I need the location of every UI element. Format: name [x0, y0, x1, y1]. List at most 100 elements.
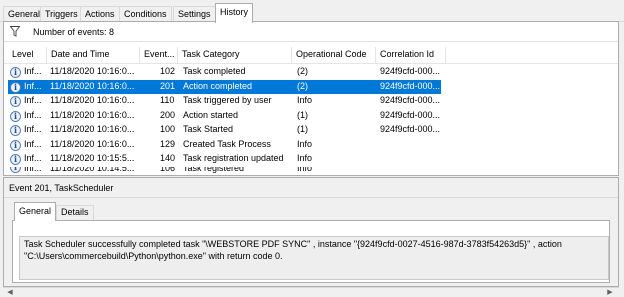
cell-date-time: 11/18/2020 10:16:0... — [50, 95, 135, 105]
table-row[interactable]: Inf... 11/18/2020 10:16:0... 100 Task St… — [4, 123, 618, 138]
tab-history[interactable]: History — [215, 3, 254, 23]
cell-operational-code: Info — [297, 166, 313, 173]
cell-date-time: 11/18/2020 10:16:0... — [50, 109, 135, 120]
table-row[interactable]: Inf... 11/18/2020 10:16:0... 102 Task co… — [4, 65, 618, 80]
table-row[interactable]: Inf... 11/18/2020 10:16:0... 129 Created… — [4, 138, 618, 153]
cell-level: Inf... — [24, 153, 42, 163]
table-row[interactable]: Inf... 11/18/2020 10:16:0... 110 Task tr… — [4, 94, 618, 109]
tab-actions[interactable]: Actions — [80, 6, 120, 22]
event-count-label: Number of events: 8 — [33, 27, 115, 37]
cell-level: Inf... — [24, 124, 42, 134]
event-message-text[interactable]: Task Scheduler successfully completed ta… — [19, 236, 609, 280]
cell-date-time: 11/18/2020 10:16:0... — [50, 138, 135, 149]
cell-event-id: 106 — [160, 166, 176, 173]
info-icon — [10, 96, 21, 107]
cell-event-id: 200 — [160, 109, 176, 120]
cell-task-category: Action completed — [183, 80, 253, 91]
tab-detail-general[interactable]: General — [14, 202, 57, 221]
cell-correlation-id — [380, 152, 440, 167]
cell-date-time: 11/18/2020 10:16:0... — [50, 80, 135, 91]
event-detail-body: Task Scheduler successfully completed ta… — [12, 220, 610, 283]
table-row-selected[interactable]: Inf... 11/18/2020 10:16:0... 201 Action … — [4, 79, 618, 94]
horizontal-scrollbar[interactable]: ◀ ▶ — [3, 287, 619, 297]
column-header-operational-code[interactable]: Operational Code — [292, 47, 376, 64]
tab-label: Actions — [85, 9, 115, 19]
tab-label: General — [19, 206, 52, 216]
tab-label: Settings — [178, 9, 211, 19]
cell-task-category: Task registered — [183, 166, 245, 173]
cell-level: Inf... — [24, 95, 42, 105]
cell-event-id: 140 — [160, 153, 176, 163]
scroll-right-icon[interactable]: ▶ — [605, 288, 615, 297]
column-header-row: Level Date and Time Event... Task Catego… — [4, 47, 618, 64]
cell-operational-code: (2) — [297, 66, 308, 76]
table-row[interactable]: Inf... 11/18/2020 10:14:5... 106 Task re… — [4, 166, 618, 175]
cell-event-id: 100 — [160, 124, 176, 134]
cell-operational-code: Info — [297, 138, 313, 149]
history-panel: Number of events: 8 Level Date and Time … — [3, 21, 619, 176]
scroll-left-icon[interactable]: ◀ — [5, 288, 15, 297]
table-row[interactable]: Inf... 11/18/2020 10:15:5... 140 Task re… — [4, 152, 618, 167]
cell-level: Inf... — [24, 80, 42, 91]
table-row[interactable]: Inf... 11/18/2020 10:16:0... 200 Action … — [4, 109, 618, 124]
cell-correlation-id: 924f9cfd-000... — [380, 80, 440, 91]
info-icon — [10, 154, 21, 165]
cell-event-id: 129 — [160, 138, 176, 149]
cell-level: Inf... — [24, 138, 42, 149]
tab-label: History — [220, 7, 249, 17]
filter-bar: Number of events: 8 — [4, 22, 618, 42]
cell-task-category: Created Task Process — [183, 138, 271, 149]
cell-correlation-id: 924f9cfd-000... — [380, 109, 440, 120]
cell-date-time: 11/18/2020 10:14:5... — [50, 166, 135, 173]
info-icon — [10, 166, 21, 173]
cell-task-category: Action started — [183, 109, 239, 120]
column-header-date-time[interactable]: Date and Time — [47, 47, 140, 64]
cell-event-id: 201 — [160, 80, 176, 91]
cell-level: Inf... — [24, 166, 42, 173]
info-icon — [10, 125, 21, 136]
event-detail-title: Event 201, TaskScheduler — [9, 183, 114, 193]
tab-settings[interactable]: Settings — [173, 6, 216, 22]
events-list: Inf... 11/18/2020 10:16:0... 102 Task co… — [4, 65, 618, 175]
cell-task-category: Task completed — [183, 66, 246, 76]
info-icon — [10, 139, 21, 151]
filter-icon[interactable] — [10, 26, 20, 37]
column-header-event-id[interactable]: Event... — [140, 47, 178, 64]
cell-level: Inf... — [24, 66, 42, 76]
info-icon — [10, 81, 21, 93]
tab-detail-details[interactable]: Details — [56, 205, 94, 220]
cell-date-time: 11/18/2020 10:16:0... — [50, 124, 135, 134]
cell-operational-code: (2) — [297, 80, 308, 91]
column-header-task-category[interactable]: Task Category — [178, 47, 292, 64]
column-header-correlation-id[interactable]: Correlation Id — [376, 47, 446, 64]
cell-operational-code: Info — [297, 153, 313, 163]
column-header-level[interactable]: Level — [8, 47, 47, 64]
tab-label: Triggers — [45, 9, 78, 19]
cell-level: Inf... — [24, 109, 42, 120]
cell-event-id: 102 — [160, 66, 176, 76]
properties-tabstrip: General Triggers Actions Conditions Sett… — [0, 0, 624, 23]
cell-date-time: 11/18/2020 10:15:5... — [50, 153, 135, 163]
divider — [4, 197, 618, 198]
cell-operational-code: (1) — [297, 124, 308, 134]
cell-correlation-id: 924f9cfd-000... — [380, 95, 440, 105]
tab-triggers[interactable]: Triggers — [40, 6, 83, 22]
tab-conditions[interactable]: Conditions — [119, 6, 172, 22]
cell-correlation-id — [380, 167, 440, 175]
cell-correlation-id: 924f9cfd-000... — [380, 66, 440, 76]
tab-general[interactable]: General — [3, 6, 46, 22]
cell-task-category: Task Started — [183, 124, 234, 134]
tab-label: General — [8, 9, 41, 19]
info-icon — [10, 67, 21, 78]
cell-date-time: 11/18/2020 10:16:0... — [50, 66, 135, 76]
cell-correlation-id — [380, 138, 440, 153]
cell-operational-code: Info — [297, 95, 313, 105]
cell-event-id: 110 — [160, 95, 175, 105]
cell-task-category: Task registration updated — [183, 153, 284, 163]
tab-label: Conditions — [124, 9, 167, 19]
cell-task-category: Task triggered by user — [183, 95, 272, 105]
tab-label: Details — [61, 207, 89, 217]
event-detail-panel: Event 201, TaskScheduler General Details… — [3, 177, 619, 287]
cell-operational-code: (1) — [297, 109, 308, 120]
cell-correlation-id: 924f9cfd-000... — [380, 124, 440, 134]
